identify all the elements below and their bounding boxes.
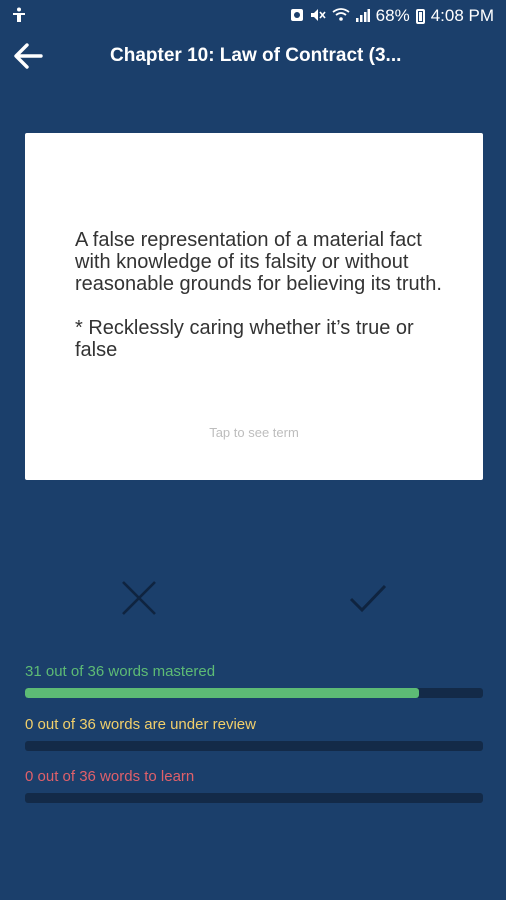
close-icon — [122, 581, 156, 615]
dont-know-button[interactable] — [116, 575, 162, 621]
accessibility-icon — [12, 7, 26, 26]
battery-percent: 68% — [375, 6, 410, 25]
learn-progress-track — [25, 793, 483, 803]
status-left — [12, 7, 26, 26]
clock: 4:08 PM — [430, 6, 494, 25]
flashcard[interactable]: A false representation of a material fac… — [25, 133, 483, 480]
learn-label: 0 out of 36 words to learn — [25, 768, 195, 785]
review-label: 0 out of 36 words are under review — [25, 716, 256, 733]
card-definition: A false representation of a material fac… — [75, 229, 442, 361]
checkmark-icon — [349, 584, 387, 613]
tap-hint: Tap to see term — [209, 425, 299, 440]
review-progress-track — [25, 741, 483, 751]
page-title: Chapter 10: Law of Contract (3... — [110, 45, 402, 66]
wifi-icon — [332, 7, 350, 25]
status-bar: 68% 4:08 PM — [0, 0, 506, 32]
battery-icon — [415, 8, 425, 24]
know-button[interactable] — [345, 575, 391, 621]
mute-icon — [310, 8, 326, 25]
mastered-label: 31 out of 36 words mastered — [25, 663, 216, 680]
back-button[interactable] — [4, 32, 52, 80]
mastered-progress-fill — [25, 688, 420, 698]
arrow-left-icon — [14, 43, 43, 69]
app-header: Chapter 10: Law of Contract (3... — [0, 32, 506, 80]
notification-icon — [290, 8, 304, 25]
status-right: 68% 4:08 PM — [290, 6, 494, 26]
mastered-progress-track — [25, 688, 483, 698]
signal-icon — [355, 8, 370, 25]
